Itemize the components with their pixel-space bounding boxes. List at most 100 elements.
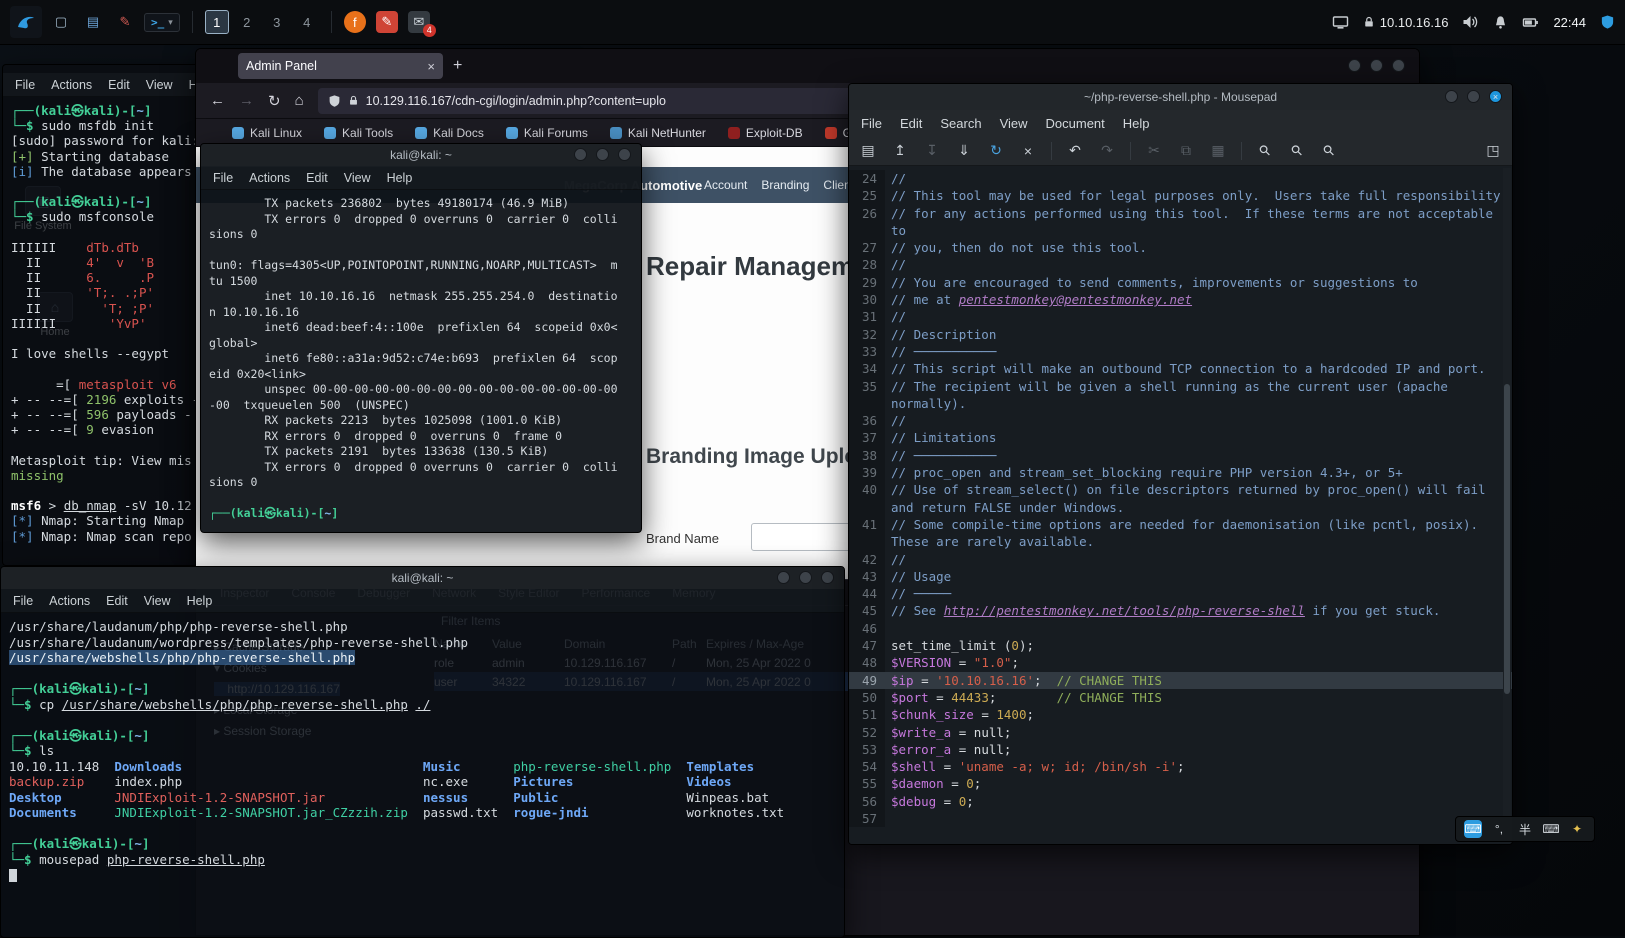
chat-indicator-icon[interactable]: ✉4 <box>408 11 430 33</box>
menu-item-help[interactable]: Help <box>187 594 213 608</box>
mousepad-indicator-icon[interactable]: ✎ <box>376 11 398 33</box>
menu-item-file[interactable]: File <box>861 116 882 131</box>
padlock-icon[interactable] <box>348 94 359 107</box>
notifications-bell-icon[interactable] <box>1493 14 1508 30</box>
find-replace-icon[interactable]: ⚲ <box>1285 138 1310 163</box>
menu-item-actions[interactable]: Actions <box>249 171 290 185</box>
terminal-window-shell[interactable]: kali@kali: ~ File Actions Edit View Help /us… <box>0 566 845 938</box>
workspace-3[interactable]: 3 <box>265 10 289 34</box>
bookmark-kali-docs[interactable]: Kali Docs <box>415 126 484 140</box>
menu-item-document[interactable]: Document <box>1046 116 1105 131</box>
undo-icon[interactable]: ↶ <box>1066 142 1084 159</box>
menu-item-file[interactable]: File <box>13 594 33 608</box>
save-icon[interactable]: ↧ <box>923 142 941 159</box>
menu-item-edit[interactable]: Edit <box>306 171 328 185</box>
menu-item-branding[interactable]: Branding <box>761 178 809 192</box>
clock[interactable]: 22:44 <box>1553 15 1586 30</box>
input-method-bar[interactable]: ⌨ °, 半 ⌨ ✦ <box>1455 816 1595 842</box>
close-button[interactable] <box>1392 59 1405 72</box>
mousepad-titlebar[interactable]: ~/php-reverse-shell.php - Mousepad × <box>849 84 1512 110</box>
kali-menu-button[interactable] <box>10 6 42 38</box>
minimize-button[interactable] <box>777 571 790 584</box>
close-button[interactable]: × <box>1489 90 1502 103</box>
find-icon[interactable]: ⚲ <box>1253 138 1278 163</box>
save-as-icon[interactable]: ⇓ <box>955 142 973 159</box>
paste-icon[interactable]: ▦ <box>1209 142 1227 159</box>
menu-item-search[interactable]: Search <box>940 116 981 131</box>
volume-icon[interactable] <box>1462 14 1479 30</box>
minimize-button[interactable] <box>574 148 587 161</box>
close-button[interactable] <box>618 148 631 161</box>
revert-icon[interactable]: ↻ <box>987 142 1005 159</box>
menu-item-view[interactable]: View <box>1000 116 1028 131</box>
fullscreen-icon[interactable]: ◳ <box>1484 142 1502 159</box>
code-editor[interactable]: 24//25// This tool may be used for legal… <box>849 166 1512 844</box>
reload-button[interactable]: ↻ <box>268 92 281 110</box>
open-file-icon[interactable]: ↥ <box>891 142 909 159</box>
forward-button[interactable]: → <box>239 92 254 109</box>
tab-admin-panel[interactable]: Admin Panel × <box>238 53 443 79</box>
new-file-icon[interactable]: ▤ <box>859 142 877 159</box>
display-icon[interactable] <box>1332 14 1349 30</box>
minimize-button[interactable] <box>1348 59 1361 72</box>
text-editor-icon[interactable]: ✎ <box>114 11 136 33</box>
ime-lamp-icon[interactable]: ✦ <box>1568 820 1586 838</box>
copy-icon[interactable]: ⧉ <box>1177 142 1195 159</box>
redo-icon[interactable]: ↷ <box>1098 142 1116 159</box>
menu-item-file[interactable]: File <box>15 78 35 92</box>
screensaver-lock-icon[interactable] <box>1600 14 1615 30</box>
terminal-window-ifconfig[interactable]: kali@kali: ~ File Actions Edit View Help TX … <box>200 143 642 533</box>
ime-input-method-icon[interactable]: ⌨ <box>1464 820 1482 838</box>
back-button[interactable]: ← <box>210 92 225 109</box>
go-to-icon[interactable]: ⚲ <box>1317 138 1342 163</box>
bookmark-kali-tools[interactable]: Kali Tools <box>324 126 393 140</box>
maximize-button[interactable] <box>1370 59 1383 72</box>
terminal-dropdown[interactable]: >_ ▾ <box>144 13 180 32</box>
menu-item-help[interactable]: Help <box>1123 116 1150 131</box>
tab-close-icon[interactable]: × <box>427 59 435 74</box>
bookmark-kali-nethunter[interactable]: Kali NetHunter <box>610 126 706 140</box>
menu-item-actions[interactable]: Actions <box>51 78 92 92</box>
maximize-button[interactable] <box>596 148 609 161</box>
shield-icon[interactable] <box>328 94 341 108</box>
home-button[interactable]: ⌂ <box>295 92 304 109</box>
workspace-1[interactable]: 1 <box>205 10 229 34</box>
menu-item-help[interactable]: Help <box>387 171 413 185</box>
menu-item-edit[interactable]: Edit <box>106 594 128 608</box>
terminal-output[interactable]: TX packets 236802 bytes 49180174 (46.9 M… <box>201 190 641 528</box>
menu-item-file[interactable]: File <box>213 171 233 185</box>
show-desktop-icon[interactable]: ▢ <box>50 11 72 33</box>
minimize-button[interactable] <box>1445 90 1458 103</box>
bookmark-kali-linux[interactable]: Kali Linux <box>232 126 302 140</box>
menu-item-view[interactable]: View <box>146 78 173 92</box>
maximize-button[interactable] <box>1467 90 1480 103</box>
workspace-2[interactable]: 2 <box>235 10 259 34</box>
bookmark-exploit-db[interactable]: Exploit-DB <box>728 126 803 140</box>
mousepad-window[interactable]: ~/php-reverse-shell.php - Mousepad × Fil… <box>848 83 1513 845</box>
maximize-button[interactable] <box>799 571 812 584</box>
bookmark-kali-forums[interactable]: Kali Forums <box>506 126 588 140</box>
new-tab-button[interactable]: + <box>453 57 462 75</box>
menu-item-edit[interactable]: Edit <box>900 116 922 131</box>
battery-icon[interactable] <box>1522 14 1539 30</box>
close-button[interactable] <box>821 571 834 584</box>
file-manager-icon[interactable]: ▤ <box>82 11 104 33</box>
terminal-titlebar[interactable]: kali@kali: ~ <box>201 144 641 166</box>
ime-keyboard-icon[interactable]: ⌨ <box>1542 820 1560 838</box>
vpn-indicator[interactable]: 10.10.16.16 <box>1363 15 1449 30</box>
firefox-indicator-icon[interactable]: f <box>344 11 366 33</box>
close-document-icon[interactable]: × <box>1019 143 1037 159</box>
terminal-titlebar[interactable]: kali@kali: ~ <box>1 567 844 589</box>
menu-item-edit[interactable]: Edit <box>108 78 130 92</box>
menu-item-account[interactable]: Account <box>704 178 747 192</box>
menu-item-actions[interactable]: Actions <box>49 594 90 608</box>
menu-item-view[interactable]: View <box>144 594 171 608</box>
ime-punctuation-mode[interactable]: °, <box>1490 820 1508 838</box>
menu-item-view[interactable]: View <box>344 171 371 185</box>
terminal-output[interactable]: /usr/share/laudanum/php/php-reverse-shel… <box>1 613 844 889</box>
cut-icon[interactable]: ✂ <box>1145 142 1163 159</box>
ime-width-mode[interactable]: 半 <box>1516 820 1534 838</box>
scrollbar-thumb[interactable] <box>1504 384 1510 694</box>
editor-scrollbar[interactable] <box>1503 168 1511 842</box>
workspace-4[interactable]: 4 <box>295 10 319 34</box>
